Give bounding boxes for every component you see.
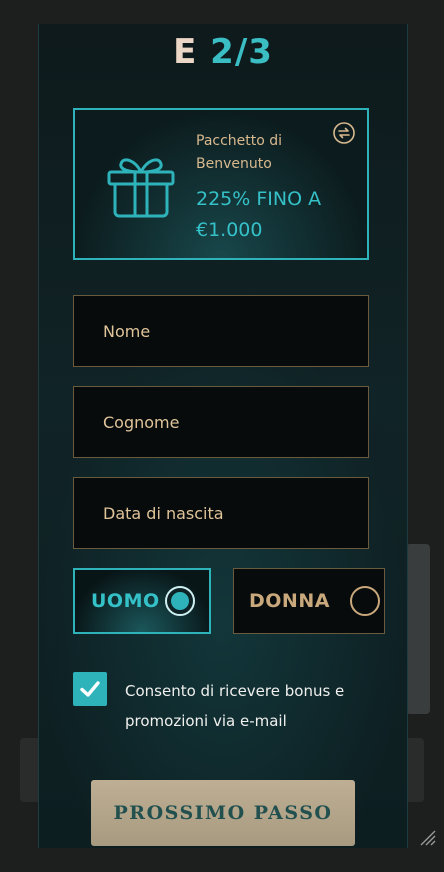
next-step-button[interactable]: PROSSIMO PASSO [91, 780, 355, 846]
radio-unselected-icon [350, 586, 380, 616]
radio-selected-icon [165, 586, 195, 616]
birth-date-input[interactable] [74, 478, 368, 548]
gender-male-label: UOMO [91, 590, 160, 612]
resize-handle-icon[interactable] [418, 828, 436, 846]
first-name-input[interactable] [74, 296, 368, 366]
last-name-field[interactable] [73, 386, 369, 458]
consent-label: Consento di ricevere bonus e promozioni … [125, 682, 345, 730]
gender-female-option[interactable]: DONNA [233, 568, 385, 634]
birth-date-field[interactable] [73, 477, 369, 549]
gender-female-label: DONNA [249, 590, 330, 612]
gift-icon [107, 158, 175, 218]
first-name-field[interactable] [73, 295, 369, 367]
refresh-icon[interactable] [333, 122, 355, 144]
bonus-amount: 225% FINO A €1.000 [196, 188, 322, 241]
welcome-bonus-card[interactable]: Pacchetto di Benvenuto 225% FINO A €1.00… [73, 108, 369, 260]
step-letter: E [173, 32, 198, 72]
backdrop-thumbnail-right [406, 544, 430, 714]
next-step-label: PROSSIMO PASSO [113, 802, 333, 824]
registration-panel: E 2/3 Pacchetto di Benvenuto 225% FINO A… [38, 24, 408, 848]
last-name-input[interactable] [74, 387, 368, 457]
step-indicator: E 2/3 [39, 32, 407, 72]
step-count: 2/3 [210, 32, 273, 72]
gender-male-option[interactable]: UOMO [73, 568, 211, 634]
bonus-title: Pacchetto di Benvenuto [196, 133, 283, 172]
checkmark-icon [80, 681, 100, 697]
consent-checkbox[interactable] [73, 672, 107, 706]
